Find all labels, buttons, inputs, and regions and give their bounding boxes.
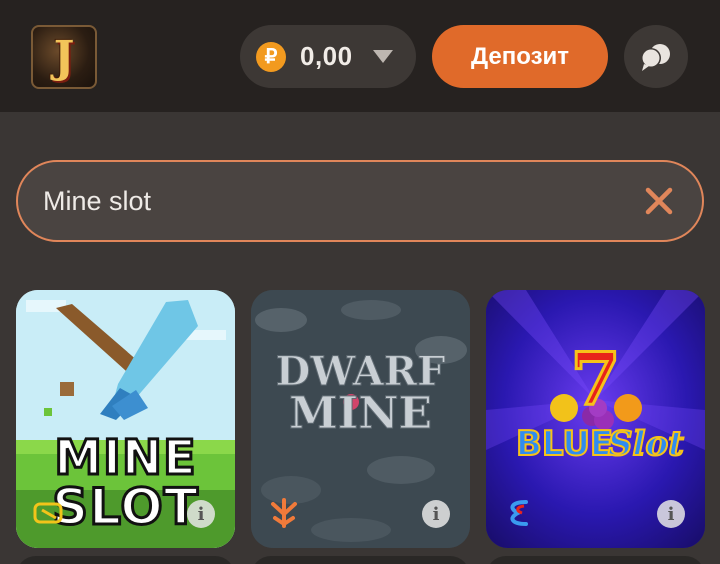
game-title-slot: Slot: [607, 423, 685, 465]
deposit-button[interactable]: Депозит: [432, 25, 608, 88]
provider-logo-icon: [510, 500, 528, 526]
support-button[interactable]: [624, 25, 688, 88]
search-bar: [16, 160, 704, 242]
game-card-blue-slot[interactable]: 7 BLUE Slot i: [486, 290, 705, 548]
balance-value: 0,00: [300, 41, 353, 71]
balance-dropdown[interactable]: ₽ 0,00: [240, 25, 416, 88]
game-card-mine-slot[interactable]: MINE SLOT i: [16, 290, 235, 548]
game-card-partial: [16, 556, 235, 564]
search-input[interactable]: [43, 185, 603, 217]
info-icon[interactable]: i: [187, 500, 215, 528]
info-icon[interactable]: i: [422, 500, 450, 528]
game-card-dwarf-mine[interactable]: DWARF MINE i: [251, 290, 470, 548]
casino-logo[interactable]: J: [31, 25, 97, 89]
game-card-partial: [486, 556, 705, 564]
provider-logo-icon: [33, 502, 63, 524]
game-title-seven: 7: [569, 335, 622, 423]
close-icon[interactable]: [644, 186, 674, 216]
game-card-partial: [251, 556, 470, 564]
info-icon[interactable]: i: [657, 500, 685, 528]
support-chat-icon: [641, 43, 670, 71]
dropdown-chevron-icon: [372, 50, 393, 63]
logo-letter: J: [53, 31, 75, 83]
yggdrasil-logo-icon: [271, 498, 297, 528]
game-title-blue: BLUE: [515, 423, 614, 465]
game-title-line2: MINE: [288, 388, 433, 440]
ruble-icon: ₽: [256, 41, 286, 72]
top-bar: J ₽ 0,00 Депозит: [0, 0, 720, 112]
